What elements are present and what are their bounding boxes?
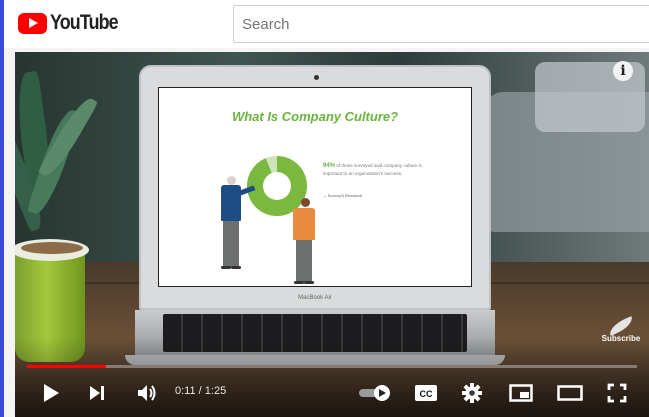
next-button[interactable] xyxy=(83,379,111,407)
progress-bar[interactable] xyxy=(27,365,637,368)
laptop-lid: What Is Company Culture? 94% of those su… xyxy=(139,65,491,310)
laptop-camera xyxy=(314,75,319,80)
theater-mode-button[interactable] xyxy=(555,379,585,407)
youtube-page: YouTube What Is Company Culture? 94% of … xyxy=(0,0,649,417)
miniplayer-button[interactable] xyxy=(507,379,535,407)
play-icon xyxy=(44,384,59,402)
window-edge-strip xyxy=(0,0,4,417)
slide-stat-description: of those surveyed said company culture i… xyxy=(323,163,422,176)
youtube-logo[interactable]: YouTube xyxy=(18,11,130,35)
person-shoe xyxy=(294,281,304,284)
plant-pot-soil xyxy=(21,242,83,254)
slide-stat-value: 94% xyxy=(323,163,336,169)
laptop-screen: What Is Company Culture? 94% of those su… xyxy=(158,87,472,287)
volume-icon xyxy=(138,385,156,401)
youtube-play-logo-icon xyxy=(18,12,47,34)
svg-text:CC: CC xyxy=(420,389,433,399)
current-time: 0:11 xyxy=(175,385,196,397)
logo-text: YouTube xyxy=(50,11,119,34)
slide-source: — Survey/X Research xyxy=(323,194,363,198)
search-input[interactable] xyxy=(233,5,649,43)
video-player[interactable]: What Is Company Culture? 94% of those su… xyxy=(15,52,649,417)
next-icon xyxy=(90,386,104,400)
donut-chart-graphic xyxy=(247,156,307,216)
person-legs xyxy=(223,221,239,267)
feather-icon xyxy=(606,316,636,336)
theater-icon xyxy=(557,385,583,401)
progress-played xyxy=(27,365,107,368)
person-body xyxy=(293,208,315,240)
captions-button[interactable]: CC xyxy=(412,379,440,407)
person-shoe xyxy=(221,266,231,269)
slide-statistic-text: 94% of those surveyed said company cultu… xyxy=(323,162,433,177)
settings-button[interactable] xyxy=(458,379,486,407)
autoplay-toggle[interactable] xyxy=(357,379,393,407)
settings-icon xyxy=(462,383,482,403)
laptop-brand-label: MacBook Air xyxy=(298,295,332,301)
cc-icon: CC xyxy=(415,385,437,401)
fullscreen-icon xyxy=(607,383,627,403)
person-legs xyxy=(296,240,312,282)
fullscreen-button[interactable] xyxy=(603,379,631,407)
time-display: 0:11 / 1:25 xyxy=(175,385,226,397)
play-button[interactable] xyxy=(37,379,65,407)
miniplayer-icon xyxy=(509,384,533,402)
info-icon[interactable]: i xyxy=(613,61,633,81)
masthead: YouTube xyxy=(4,0,649,48)
person-shoe xyxy=(304,281,314,284)
slide-title: What Is Company Culture? xyxy=(231,109,399,124)
person-shoe xyxy=(231,266,241,269)
duration: 1:25 xyxy=(204,385,227,397)
autoplay-toggle-icon xyxy=(359,385,390,401)
person-head xyxy=(301,198,310,207)
person-head xyxy=(227,176,236,185)
volume-button[interactable] xyxy=(133,379,161,407)
